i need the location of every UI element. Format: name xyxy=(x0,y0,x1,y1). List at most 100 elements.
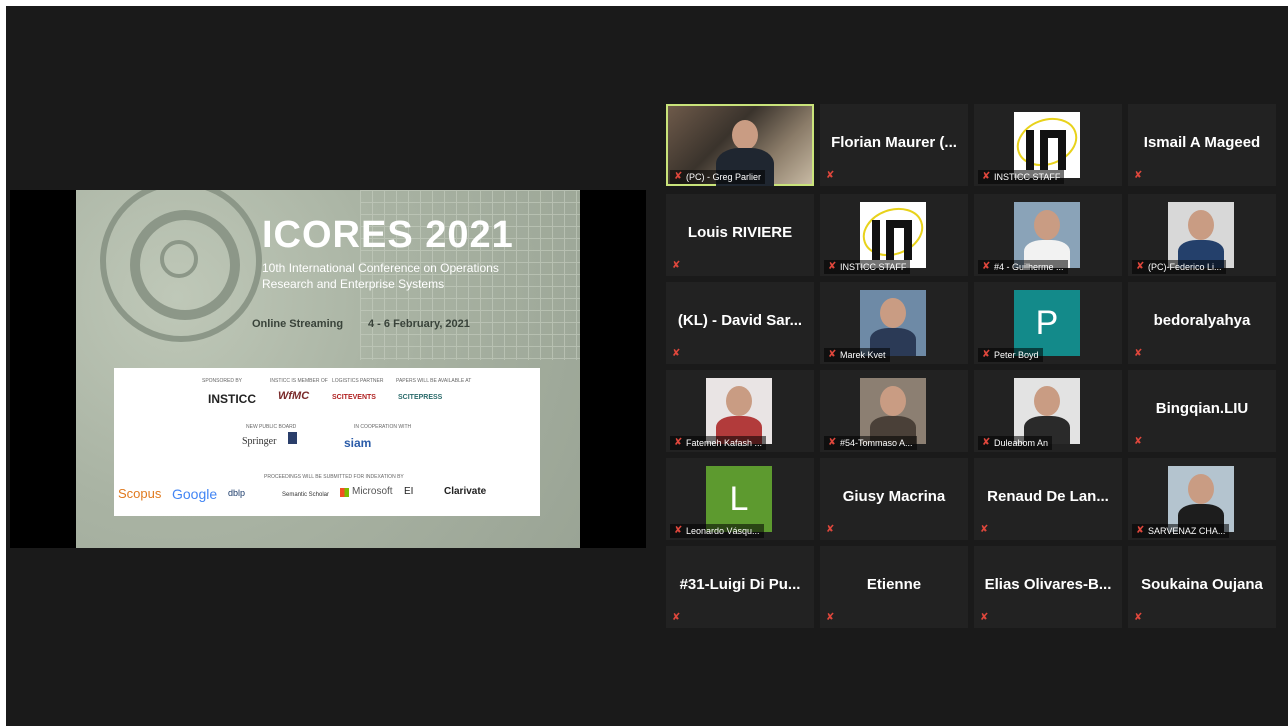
participant-name: #54-Tommaso A... xyxy=(840,438,913,448)
participant-name: (KL) - David Sar... xyxy=(677,312,803,329)
muted-mic-icon: ✘ xyxy=(1136,261,1145,272)
publisher-header: NEW PUBLIC BOARD xyxy=(246,424,297,430)
initial-avatar: L xyxy=(706,466,772,532)
participant-name: Etienne xyxy=(866,576,922,593)
participant-tile[interactable]: Giusy Macrina ✘ xyxy=(820,458,968,540)
muted-mic-icon: ✘ xyxy=(672,348,681,359)
participant-name: #31-Luigi Di Pu... xyxy=(679,576,801,593)
participant-name: Elias Olivares-B... xyxy=(984,576,1112,593)
muted-mic-icon: ✘ xyxy=(828,349,837,360)
participant-tile[interactable]: Renaud De Lan... ✘ xyxy=(974,458,1122,540)
participant-tile[interactable]: ✘ SARVENAZ CHA... xyxy=(1128,458,1276,540)
participant-name: Marek Kvet xyxy=(840,350,886,360)
muted-mic-icon: ✘ xyxy=(828,261,837,272)
participant-label: ✘ INSTICC STAFF xyxy=(824,260,911,274)
participant-tile[interactable]: Soukaina Oujana ✘ xyxy=(1128,546,1276,628)
participant-tile[interactable]: Elias Olivares-B... ✘ xyxy=(974,546,1122,628)
participant-label: ✘ #54-Tommaso A... xyxy=(824,436,917,450)
muted-mic-icon: ✘ xyxy=(826,612,835,623)
participant-tile[interactable]: Etienne ✘ xyxy=(820,546,968,628)
sponsor-header: INSTICC IS MEMBER OF xyxy=(270,378,328,384)
participant-tile[interactable]: Bingqian.LIU ✘ xyxy=(1128,370,1276,452)
microsoft-logo: Microsoft xyxy=(352,486,393,497)
wfmc-logo: WfMC xyxy=(278,390,310,402)
participant-label: ✘ Fatemeh Kafash ... xyxy=(670,436,767,450)
participant-tile[interactable]: L ✘ Leonardo Vásqu... xyxy=(666,458,814,540)
participant-tile[interactable]: ✘ (PC) - Greg Parlier xyxy=(666,104,814,186)
participant-tile[interactable]: Florian Maurer (... ✘ xyxy=(820,104,968,186)
slide-subtitle-line2: Research and Enterprise Systems xyxy=(262,277,445,291)
participant-tile[interactable]: #31-Luigi Di Pu... ✘ xyxy=(666,546,814,628)
participant-name: Florian Maurer (... xyxy=(831,134,957,151)
slide-title: ICORES 2021 xyxy=(262,214,514,256)
muted-mic-icon: ✘ xyxy=(672,260,681,271)
dblp-logo: dblp xyxy=(228,488,246,498)
participant-tile[interactable]: bedoralyahya ✘ xyxy=(1128,282,1276,364)
muted-mic-icon: ✘ xyxy=(1136,525,1145,536)
muted-mic-icon: ✘ xyxy=(826,524,835,535)
participant-tile[interactable]: (KL) - David Sar... ✘ xyxy=(666,282,814,364)
ei-logo: EI xyxy=(404,486,414,497)
participant-name: bedoralyahya xyxy=(1153,312,1251,329)
participant-tile[interactable]: ✘ #54-Tommaso A... xyxy=(820,370,968,452)
participant-tile[interactable]: Louis RIVIERE ✘ xyxy=(666,194,814,276)
participant-tile[interactable]: ✘ Fatemeh Kafash ... xyxy=(666,370,814,452)
slide-dates: 4 - 6 February, 2021 xyxy=(368,318,470,330)
person-head xyxy=(880,386,906,416)
muted-mic-icon: ✘ xyxy=(1134,170,1143,181)
person-head xyxy=(732,120,758,150)
person-head xyxy=(1188,210,1214,240)
muted-mic-icon: ✘ xyxy=(980,524,989,535)
participant-name: Leonardo Vásqu... xyxy=(686,526,760,536)
participant-name: Louis RIVIERE xyxy=(687,224,793,241)
participant-name: INSTICC STAFF xyxy=(994,172,1061,182)
muted-mic-icon: ✘ xyxy=(1134,348,1143,359)
muted-mic-icon: ✘ xyxy=(672,612,681,623)
participant-name: Duleabom An xyxy=(994,438,1049,448)
semantic-scholar-logo: Semantic Scholar xyxy=(282,492,330,498)
sponsor-panel: SPONSORED BY INSTICC IS MEMBER OF LOGIST… xyxy=(114,368,540,516)
participant-tile[interactable]: ✘ INSTICC STAFF xyxy=(974,104,1122,186)
participant-tile[interactable]: ✘ #4 - Guilherme ... xyxy=(974,194,1122,276)
muted-mic-icon: ✘ xyxy=(828,437,837,448)
participant-name: Fatemeh Kafash ... xyxy=(686,438,763,448)
participant-name: Bingqian.LIU xyxy=(1155,400,1249,417)
muted-mic-icon: ✘ xyxy=(674,437,683,448)
participant-label: ✘ Duleabom An xyxy=(978,436,1053,450)
participant-name: SARVENAZ CHA... xyxy=(1148,526,1226,536)
participant-name: Renaud De Lan... xyxy=(987,488,1109,505)
muted-mic-icon: ✘ xyxy=(982,261,991,272)
participant-tile[interactable]: ✘ Marek Kvet xyxy=(820,282,968,364)
participant-tile[interactable]: ✘ Duleabom An xyxy=(974,370,1122,452)
person-head xyxy=(726,386,752,416)
slide-ring-decoration xyxy=(160,240,198,278)
insticc-logo: INSTICC xyxy=(208,392,256,406)
presentation-slide: ICORES 2021 10th International Conferenc… xyxy=(76,190,580,548)
participant-label: ✘ Marek Kvet xyxy=(824,348,890,362)
participant-label: ✘ (PC) - Greg Parlier xyxy=(670,170,766,184)
meeting-window: ICORES 2021 10th International Conferenc… xyxy=(6,6,1288,726)
participant-tile[interactable]: ✘ INSTICC STAFF xyxy=(820,194,968,276)
muted-mic-icon: ✘ xyxy=(982,437,991,448)
participant-name: #4 - Guilherme ... xyxy=(994,262,1064,272)
participant-tile[interactable]: ✘ (PC)-Federico Li... xyxy=(1128,194,1276,276)
participant-label: ✘ (PC)-Federico Li... xyxy=(1132,260,1226,274)
participant-name: Ismail A Mageed xyxy=(1143,134,1261,151)
scopus-logo: Scopus xyxy=(118,486,162,501)
slide-subtitle: 10th International Conference on Operati… xyxy=(262,260,499,292)
participant-name: (PC) - Greg Parlier xyxy=(686,172,762,182)
person-head xyxy=(1188,474,1214,504)
cooperation-header: IN COOPERATION WITH xyxy=(354,424,412,430)
person-head xyxy=(1034,210,1060,240)
participant-tile[interactable]: Ismail A Mageed ✘ xyxy=(1128,104,1276,186)
scitepress-logo: SCITEPRESS xyxy=(398,394,443,401)
participant-photo xyxy=(1014,202,1080,268)
muted-mic-icon: ✘ xyxy=(674,525,683,536)
insticc-avatar-icon xyxy=(860,202,926,268)
participant-name: Soukaina Oujana xyxy=(1141,576,1263,593)
participant-tile[interactable]: P ✘ Peter Boyd xyxy=(974,282,1122,364)
clarivate-logo: Clarivate xyxy=(444,486,487,497)
shared-screen[interactable]: ICORES 2021 10th International Conferenc… xyxy=(10,190,646,548)
participant-photo xyxy=(1168,466,1234,532)
slide-streaming: Online Streaming xyxy=(252,318,344,330)
